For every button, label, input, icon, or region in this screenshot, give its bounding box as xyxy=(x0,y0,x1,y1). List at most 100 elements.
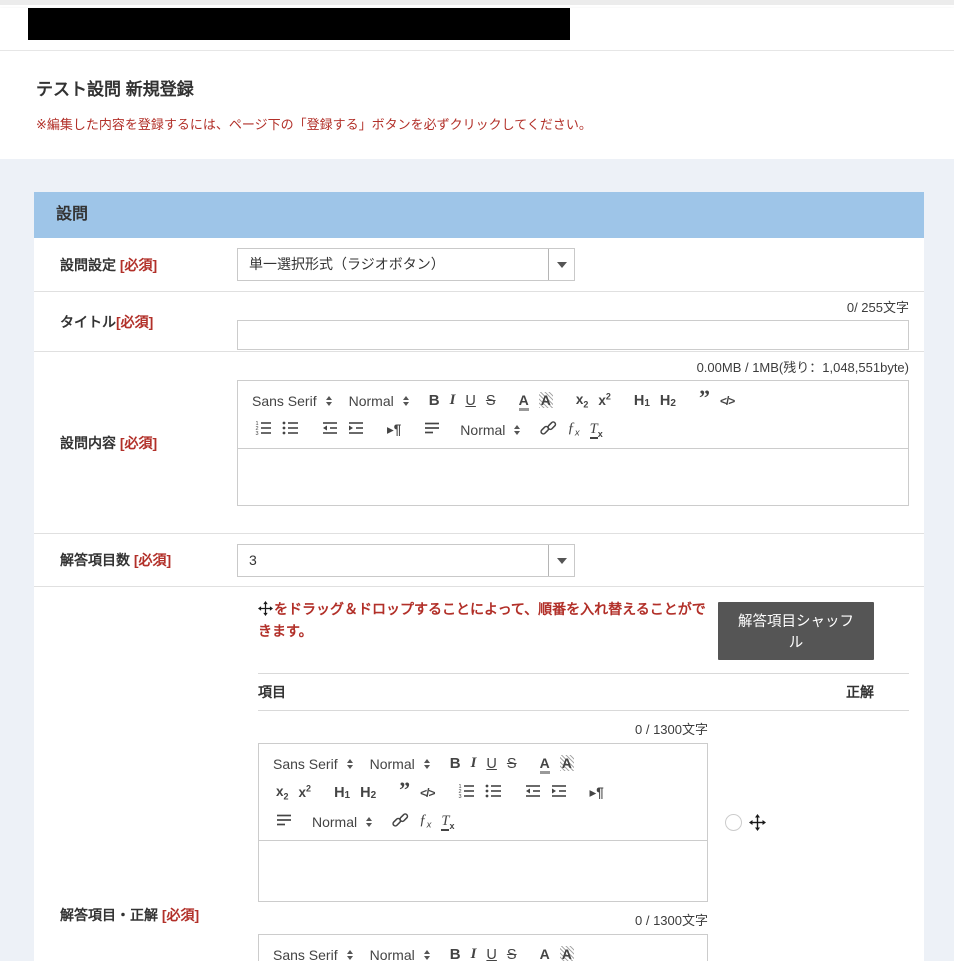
toolbar-indent-button[interactable] xyxy=(343,418,369,442)
toolbar-background-button[interactable]: A xyxy=(555,943,579,961)
required-badge: [必須] xyxy=(134,552,171,568)
toolbar-strike-button[interactable]: S xyxy=(502,752,522,776)
answer-count-row: 解答項目数 [必須] 3 xyxy=(34,534,924,587)
toolbar-align-button[interactable] xyxy=(271,810,297,834)
toolbar-superscript-button[interactable]: x2 xyxy=(294,781,317,805)
svg-text:3: 3 xyxy=(256,431,259,436)
drag-drop-instruction: をドラッグ＆ドロップすることによって、順番を入れ替えることができます。 xyxy=(258,599,718,660)
toolbar-header-2-button[interactable]: H2 xyxy=(355,781,381,805)
toolbar-bold-button[interactable]: B xyxy=(445,752,466,776)
drag-handle[interactable] xyxy=(749,814,766,831)
answer-item-2: 0 / 1300文字 Sans SerifNormalBIUSAAx2x2H1H… xyxy=(258,904,909,961)
italic-icon: I xyxy=(450,392,456,409)
toolbar-formula-button[interactable]: ƒx xyxy=(414,810,436,834)
toolbar-bold-button[interactable]: B xyxy=(424,389,445,413)
toolbar-underline-button[interactable]: U xyxy=(481,943,501,961)
link-icon xyxy=(540,420,557,440)
toolbar-strike-button[interactable]: S xyxy=(502,943,522,961)
size-picker[interactable]: Normal xyxy=(347,393,411,409)
toolbar-italic-button[interactable]: I xyxy=(466,943,482,961)
toolbar-list-bullet-button[interactable] xyxy=(480,781,507,805)
toolbar-code-block-button[interactable]: </> xyxy=(415,781,439,805)
lineheight-picker[interactable]: Normal xyxy=(310,814,374,830)
toolbar-color-button[interactable]: A xyxy=(535,752,555,776)
toolbar-color-button[interactable]: A xyxy=(514,389,534,413)
blockquote-icon: ” xyxy=(399,785,410,801)
toolbar-background-button[interactable]: A xyxy=(555,752,579,776)
updown-chevron-icon xyxy=(403,393,409,409)
toolbar-formula-button[interactable]: ƒx xyxy=(562,418,584,442)
editor-content[interactable] xyxy=(259,841,707,901)
size-picker[interactable]: Normal xyxy=(368,947,432,961)
list-bullet-icon xyxy=(485,783,502,803)
toolbar-outdent-button[interactable] xyxy=(520,781,546,805)
required-badge: [必須] xyxy=(120,435,157,451)
toolbar-link-button[interactable] xyxy=(535,418,562,442)
answers-row: 解答項目・正解 [必須] をドラッグ＆ドロップすることによって、順番を入れ替える… xyxy=(34,587,924,961)
underline-icon: U xyxy=(465,393,475,409)
toolbar-code-block-button[interactable]: </> xyxy=(715,389,739,413)
move-icon xyxy=(749,814,766,831)
correct-answer-radio[interactable] xyxy=(725,814,742,831)
dropdown-arrow-icon xyxy=(548,545,574,576)
title-input[interactable] xyxy=(237,320,909,350)
updown-chevron-icon xyxy=(326,393,332,409)
toolbar-header-1-button[interactable]: H1 xyxy=(329,781,355,805)
toolbar-header-1-button[interactable]: H1 xyxy=(629,389,655,413)
font-picker[interactable]: Sans Serif xyxy=(271,947,355,961)
toolbar-direction-button[interactable]: ▸¶ xyxy=(585,781,609,805)
toolbar-subscript-button[interactable]: x2 xyxy=(271,781,294,805)
subscript-icon: x2 xyxy=(576,392,589,410)
font-picker[interactable]: Sans Serif xyxy=(250,393,334,409)
question-type-select[interactable]: 単一選択形式（ラジオボタン） xyxy=(237,248,575,281)
lineheight-picker[interactable]: Normal xyxy=(458,422,522,438)
header-1-icon: H1 xyxy=(634,393,650,409)
toolbar-superscript-button[interactable]: x2 xyxy=(593,389,616,413)
updown-chevron-icon xyxy=(347,947,353,961)
toolbar-list-ordered-button[interactable]: 123 xyxy=(453,781,480,805)
toolbar-underline-button[interactable]: U xyxy=(460,389,480,413)
toolbar-italic-button[interactable]: I xyxy=(445,389,461,413)
editor-content[interactable] xyxy=(238,449,908,505)
font-picker[interactable]: Sans Serif xyxy=(271,756,355,772)
toolbar-bold-button[interactable]: B xyxy=(445,943,466,961)
outdent-icon xyxy=(322,420,338,440)
toolbar-blockquote-button[interactable]: ” xyxy=(694,389,715,413)
question-type-row: 設問設定 [必須] 単一選択形式（ラジオボタン） xyxy=(34,238,924,292)
editor-toolbar: Sans SerifNormalBIUSAAx2x2H1H2”</>123▸¶N… xyxy=(259,935,707,961)
toolbar-italic-button[interactable]: I xyxy=(466,752,482,776)
toolbar-clean-button[interactable]: Tx xyxy=(436,810,459,834)
redacted-header-bar xyxy=(28,8,570,40)
toolbar-header-2-button[interactable]: H2 xyxy=(655,389,681,413)
toolbar-underline-button[interactable]: U xyxy=(481,752,501,776)
toolbar-outdent-button[interactable] xyxy=(317,418,343,442)
toolbar-color-button[interactable]: A xyxy=(535,943,555,961)
header-2-icon: H2 xyxy=(660,393,676,409)
updown-chevron-icon xyxy=(366,814,372,830)
dropdown-arrow-icon xyxy=(548,249,574,280)
code-block-icon: </> xyxy=(720,393,734,409)
answer-count-select[interactable]: 3 xyxy=(237,544,575,577)
answers-table-header: 項目 正解 xyxy=(258,673,909,711)
toolbar-subscript-button[interactable]: x2 xyxy=(571,389,594,413)
toolbar-list-ordered-button[interactable]: 123 xyxy=(250,418,277,442)
list-ordered-icon: 123 xyxy=(458,783,475,803)
section-header-question: 設問 xyxy=(34,192,924,238)
toolbar-link-button[interactable] xyxy=(387,810,414,834)
toolbar-strike-button[interactable]: S xyxy=(481,389,501,413)
toolbar-indent-button[interactable] xyxy=(546,781,572,805)
shuffle-answers-button[interactable]: 解答項目シャッフル xyxy=(718,602,874,660)
toolbar-clean-button[interactable]: Tx xyxy=(585,418,608,442)
header-divider xyxy=(0,50,954,51)
toolbar-direction-button[interactable]: ▸¶ xyxy=(382,418,406,442)
size-picker[interactable]: Normal xyxy=(368,756,432,772)
formula-icon: ƒx xyxy=(567,420,579,439)
toolbar-align-button[interactable] xyxy=(419,418,445,442)
toolbar-background-button[interactable]: A xyxy=(534,389,558,413)
column-header-item: 項目 xyxy=(258,682,846,702)
page-header: テスト設問 新規登録 ※編集した内容を登録するには、ページ下の「登録する」ボタン… xyxy=(0,8,954,159)
toolbar-list-bullet-button[interactable] xyxy=(277,418,304,442)
strike-icon: S xyxy=(486,393,496,409)
clean-icon: Tx xyxy=(590,421,603,439)
toolbar-blockquote-button[interactable]: ” xyxy=(394,781,415,805)
